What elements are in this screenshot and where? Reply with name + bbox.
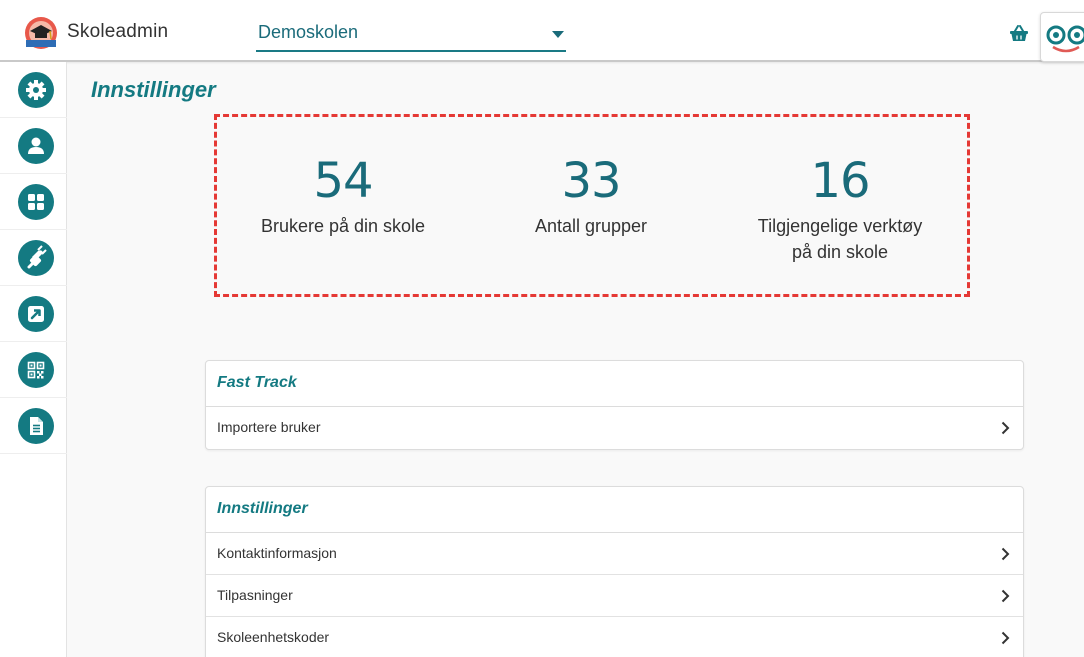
plug-icon — [27, 245, 47, 269]
sidebar-item-external[interactable] — [0, 286, 67, 342]
card-header: Innstillinger — [206, 487, 1023, 533]
app-title: Skoleadmin — [67, 21, 169, 42]
chevron-down-icon — [552, 31, 564, 38]
settings-card: Innstillinger Kontaktinformasjon Tilpasn… — [205, 486, 1024, 657]
chevron-right-icon — [1001, 631, 1010, 645]
sidebar — [0, 62, 67, 657]
basket-icon[interactable] — [1009, 24, 1029, 42]
chevron-right-icon — [1001, 547, 1010, 561]
list-item-school-unit-codes[interactable]: Skoleenhetskoder — [206, 617, 1023, 657]
mascot-avatar[interactable] — [1040, 12, 1084, 62]
fast-track-card: Fast Track Importere bruker — [205, 360, 1024, 450]
stat-label: Brukere på din skole — [260, 216, 426, 236]
list-item-label: Kontaktinformasjon — [217, 545, 337, 561]
list-item-label: Skoleenhetskoder — [217, 629, 330, 645]
apps-grid-icon — [28, 194, 44, 210]
sidebar-item-documents[interactable] — [0, 398, 67, 454]
sidebar-item-apps[interactable] — [0, 174, 67, 230]
sidebar-item-qr[interactable] — [0, 342, 67, 398]
stat-label: Antall grupper — [534, 216, 648, 236]
document-icon — [30, 417, 43, 435]
list-item-label: Importere bruker — [217, 419, 321, 435]
stat-value: 33 — [561, 153, 621, 209]
sidebar-item-users[interactable] — [0, 118, 67, 174]
stats-summary: 54 Brukere på din skole 33 Antall gruppe… — [214, 114, 970, 297]
card-title: Innstillinger — [217, 500, 308, 517]
sidebar-item-integrations[interactable] — [0, 230, 67, 286]
list-item-import-users[interactable]: Importere bruker — [206, 407, 1023, 449]
card-header: Fast Track — [206, 361, 1023, 407]
card-title: Fast Track — [217, 374, 297, 391]
gear-icon — [26, 80, 46, 100]
chevron-right-icon — [1001, 589, 1010, 603]
school-selector-value: Demoskolen — [258, 22, 359, 42]
external-link-icon — [28, 306, 44, 322]
list-item-label: Tilpasninger — [217, 587, 293, 603]
qr-code-icon — [27, 361, 45, 379]
stat-tools: 16 Tilgjengelige verktøy på din skole — [720, 153, 960, 265]
stat-label: Tilgjengelige verktøy på din skole — [757, 216, 923, 262]
list-item-customizations[interactable]: Tilpasninger — [206, 575, 1023, 617]
page-title: Innstillinger — [91, 77, 216, 102]
stat-value: 16 — [810, 153, 870, 209]
sidebar-item-settings[interactable] — [0, 62, 67, 118]
school-selector[interactable]: Demoskolen — [256, 20, 566, 52]
list-item-contact-info[interactable]: Kontaktinformasjon — [206, 533, 1023, 575]
stat-groups: 33 Antall grupper — [471, 153, 711, 239]
stat-value: 54 — [313, 153, 373, 209]
top-bar: Skoleadmin Demoskolen — [0, 0, 1084, 62]
stat-users: 54 Brukere på din skole — [223, 153, 463, 239]
school-logo-icon[interactable] — [22, 15, 60, 51]
user-icon — [28, 137, 44, 154]
chevron-right-icon — [1001, 421, 1010, 435]
